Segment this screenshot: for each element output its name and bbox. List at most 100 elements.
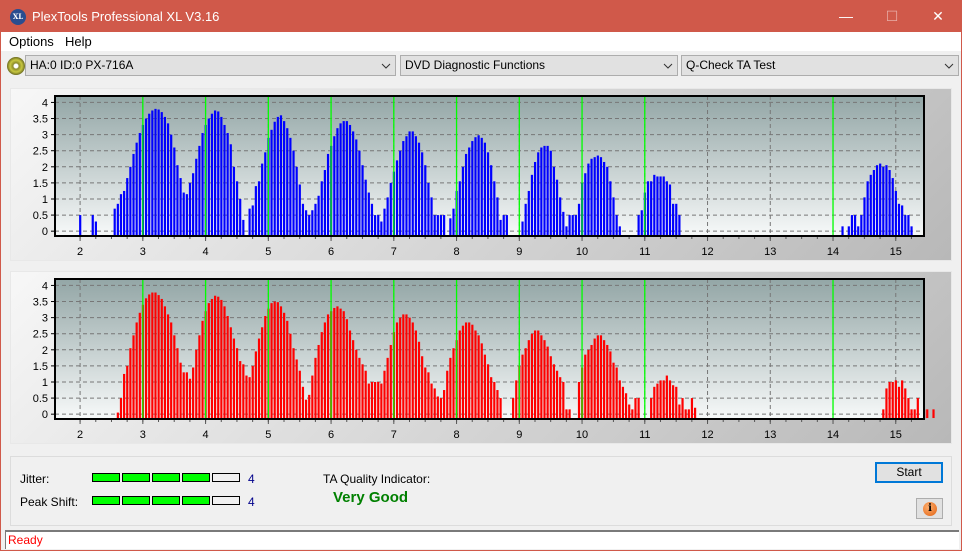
data-bar [659, 176, 662, 236]
data-bar [662, 380, 665, 419]
data-bar [405, 314, 408, 419]
data-bar [897, 203, 901, 236]
x-tick-label: 4 [203, 246, 209, 258]
meter-segment [122, 473, 150, 482]
data-bar [348, 330, 352, 419]
peak-shift-value: 4 [248, 495, 255, 509]
data-bar [317, 344, 320, 419]
data-bar [195, 158, 198, 236]
data-bar [675, 386, 678, 419]
close-button[interactable]: ✕ [915, 1, 961, 32]
data-bar [289, 137, 292, 236]
data-bar [897, 386, 901, 419]
data-bar [860, 215, 863, 236]
data-bar [408, 317, 411, 419]
meter-segment [182, 496, 210, 505]
data-bar [276, 116, 279, 236]
drive-select[interactable]: HA:0 ID:0 PX-716A [25, 55, 396, 76]
test-select[interactable]: Q-Check TA Test [681, 55, 959, 76]
data-bar [684, 409, 687, 419]
data-bar [417, 142, 421, 236]
data-bar [383, 370, 386, 419]
data-bar [116, 412, 119, 419]
data-bar [317, 195, 320, 236]
start-button[interactable]: Start [875, 462, 943, 483]
results-panel: Jitter: 4 Peak Shift: 4 TA Quality Indic… [10, 456, 952, 526]
data-bar [543, 340, 546, 419]
data-bar [188, 378, 192, 419]
data-bar [524, 348, 527, 419]
minimize-button[interactable]: — [823, 1, 869, 32]
status-text: Ready [8, 533, 43, 547]
maximize-button[interactable]: ☐ [869, 1, 915, 32]
x-tick-label: 11 [639, 429, 650, 441]
y-tick-label: 0.5 [33, 393, 48, 405]
data-bar [389, 182, 392, 236]
data-bar [286, 320, 289, 419]
meter-segment [152, 473, 180, 482]
x-tick-label: 9 [516, 246, 522, 258]
data-bar [132, 153, 135, 236]
data-bar [474, 137, 477, 236]
data-bar [559, 197, 562, 236]
data-bar [587, 163, 590, 236]
data-bar [653, 174, 656, 236]
data-bar [395, 160, 399, 236]
data-bar [527, 190, 530, 236]
data-bar [185, 194, 188, 236]
data-bar [562, 211, 565, 236]
data-bar [443, 390, 446, 419]
data-bar [154, 108, 157, 236]
data-bar [144, 298, 148, 419]
data-bar [493, 381, 496, 419]
x-tick-label: 8 [453, 429, 459, 441]
info-button[interactable]: i [916, 498, 943, 519]
data-bar [424, 367, 427, 419]
data-bar [439, 398, 443, 419]
data-bar [549, 150, 552, 236]
data-bar [690, 398, 694, 419]
data-bar [461, 166, 465, 236]
data-bar [301, 386, 305, 419]
data-bar [496, 197, 499, 236]
data-bar [436, 215, 439, 236]
x-tick-label: 10 [576, 429, 588, 441]
x-tick-label: 13 [764, 246, 776, 258]
data-bar [304, 399, 308, 419]
data-bar [486, 152, 490, 236]
data-bar [546, 145, 549, 236]
data-bar [166, 123, 170, 236]
peak-shift-label: Peak Shift: [20, 495, 79, 509]
data-bar [257, 181, 261, 236]
data-bar [693, 407, 697, 419]
menu-help[interactable]: Help [65, 34, 92, 49]
data-bar [239, 361, 242, 419]
data-bar [533, 330, 537, 419]
data-bar [254, 186, 257, 236]
data-bar [631, 409, 634, 419]
data-bar [261, 327, 264, 419]
data-bar [668, 380, 672, 419]
data-bar [471, 324, 474, 419]
function-select[interactable]: DVD Diagnostic Functions [400, 55, 678, 76]
data-bar [565, 226, 568, 236]
data-bar [512, 398, 515, 419]
menu-options[interactable]: Options [9, 34, 54, 49]
data-bar [113, 208, 116, 236]
data-bar [116, 203, 119, 236]
data-bar [336, 128, 339, 236]
data-bar [853, 215, 857, 236]
data-bar [273, 121, 276, 236]
data-bar [223, 306, 226, 419]
data-bar [323, 170, 326, 236]
data-bar [421, 152, 424, 236]
data-bar [138, 312, 141, 419]
data-bar [540, 335, 543, 419]
data-bar [480, 137, 483, 236]
y-tick-label: 2.5 [33, 146, 48, 158]
peak-shift-chart-panel: 0 0.5 1 1.5 2 2.5 3 3.5 4 2 3 4 5 6 7 8 9 10 11 12 13 14 15 [10, 271, 952, 444]
data-bar [615, 367, 618, 419]
data-bar [417, 341, 421, 419]
y-tick-label: 2 [42, 345, 48, 357]
data-bar [289, 333, 292, 419]
